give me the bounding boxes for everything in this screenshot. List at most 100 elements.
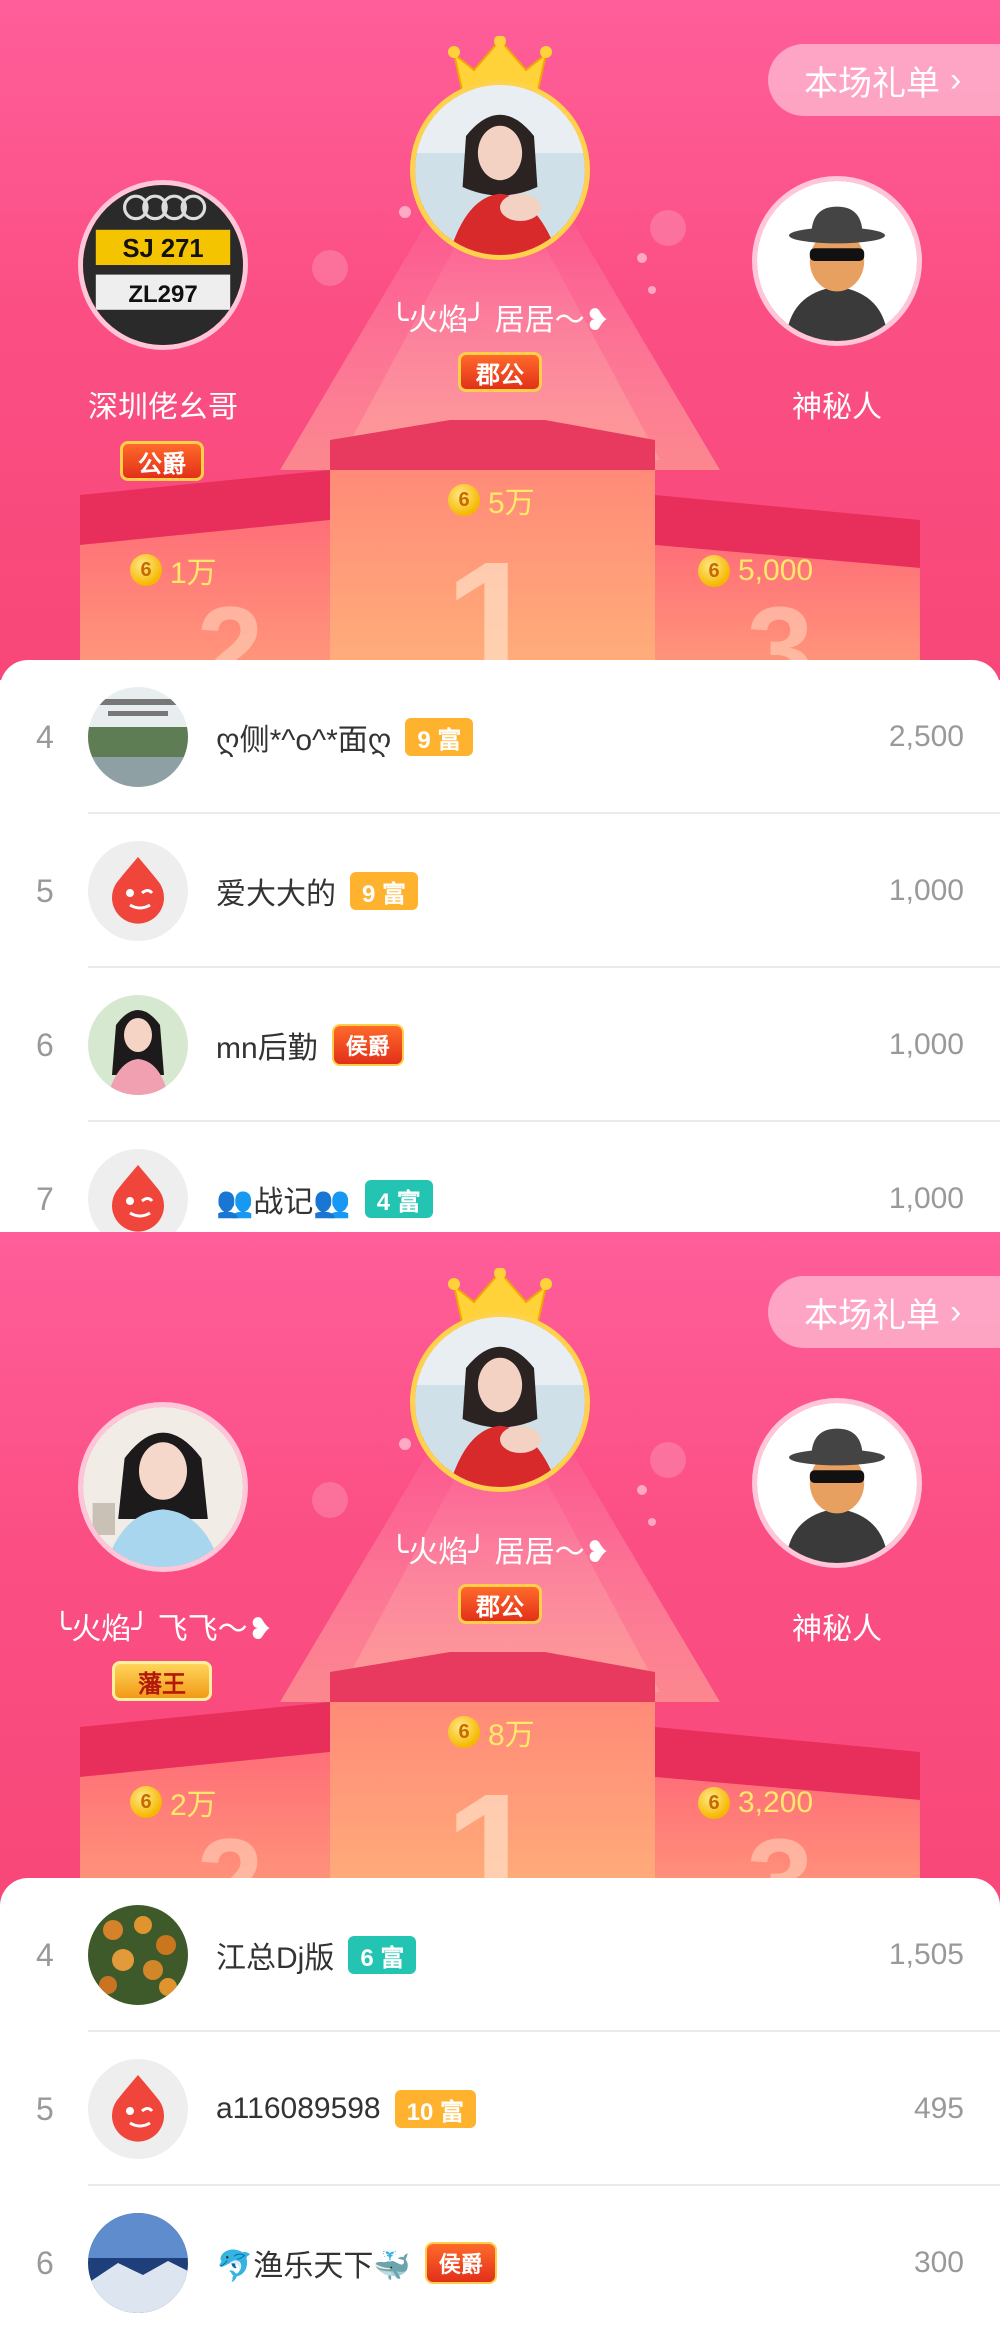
ranking-list: 4 江总Dj版 6 富 1,505 5 a116089598 10 富 495 [0, 1878, 1000, 2336]
avatar[interactable] [88, 1905, 188, 2005]
score-value: 1,000 [888, 1028, 964, 1061]
user-name: a116089598 [216, 2092, 381, 2125]
user-name-group: ღ侧*^o^*面ღ 9 富 [216, 660, 474, 814]
second-place-name: 深圳佬幺哥 [88, 391, 238, 424]
avatar-second-place[interactable] [78, 1402, 248, 1572]
score-value: 1,000 [888, 874, 964, 907]
avatar-third-place[interactable] [752, 1398, 922, 1568]
user-name-group: 江总Dj版 6 富 [216, 1878, 417, 2032]
avatar[interactable] [88, 2213, 188, 2313]
mystery-person-icon [757, 181, 917, 341]
default-avatar-icon[interactable] [88, 2059, 188, 2159]
avatar-image: SJ 271 ZL297 [83, 185, 243, 345]
third-place-name: 神秘人 [792, 1613, 882, 1646]
podium-area: 1 2 3 本场礼单 › ╰火焰╯ 居居～❥ 郡公 [0, 1232, 1000, 1912]
score-value: 1,000 [888, 1182, 964, 1215]
coin-icon: 6 [130, 1786, 162, 1818]
rank-number: 6 [36, 2245, 54, 2281]
third-place-amount: 6 3,200 [698, 1786, 813, 1820]
coin-icon: 6 [698, 555, 730, 587]
gift-list-label: 本场礼单 [804, 1296, 940, 1335]
avatar-first-place[interactable] [410, 1312, 590, 1492]
score-value: 495 [913, 2092, 964, 2125]
score-value: 1,505 [888, 1938, 964, 1971]
screen-2: 1 2 3 本场礼单 › ╰火焰╯ 居居～❥ 郡公 ╰火焰╯ 飞飞～❥ 藩王 神… [0, 1232, 1000, 2336]
rank-number: 7 [36, 1181, 54, 1217]
list-item[interactable]: 5 爱大大的 9 富 1,000 [0, 814, 1000, 968]
ranking-list: 4 ღ侧*^o^*面ღ 9 富 2,500 5 爱大大的 9 富 1,000 6… [0, 660, 1000, 1232]
rank-number: 6 [36, 1027, 54, 1063]
avatar-first-place[interactable] [410, 80, 590, 260]
avatar-image [83, 1407, 243, 1567]
mystery-person-icon [757, 1403, 917, 1563]
avatar-image [415, 85, 585, 255]
second-place-title-badge: 公爵 [120, 441, 204, 481]
noble-title-badge: 侯爵 [424, 2242, 497, 2284]
gift-list-label: 本场礼单 [804, 64, 940, 103]
first-place-title-badge: 郡公 [458, 352, 542, 392]
avatar-third-place[interactable] [752, 176, 922, 346]
score-value: 300 [913, 2246, 964, 2279]
list-item[interactable]: 4 ღ侧*^o^*面ღ 9 富 2,500 [0, 660, 1000, 814]
wealth-level-badge: 6 富 [348, 1936, 417, 1974]
coin-icon: 6 [698, 1787, 730, 1819]
chevron-right-icon: › [950, 1292, 962, 1331]
amount-value: 1万 [170, 557, 217, 590]
svg-text:SJ 271: SJ 271 [122, 235, 203, 263]
user-name: ღ侧*^o^*面ღ [216, 724, 392, 757]
coin-icon: 6 [130, 554, 162, 586]
coin-icon: 6 [448, 484, 480, 516]
first-place-name: ╰火焰╯ 居居～❥ [390, 1536, 610, 1569]
avatar[interactable] [88, 995, 188, 1095]
first-place-amount: 6 8万 [448, 1710, 535, 1754]
wealth-level-badge: 9 富 [350, 872, 419, 910]
first-place-name: ╰火焰╯ 居居～❥ [390, 304, 610, 337]
list-item[interactable]: 6 mn后勤 侯爵 1,000 [0, 968, 1000, 1122]
default-avatar-icon[interactable] [88, 841, 188, 941]
gift-list-button[interactable]: 本场礼单 › [768, 44, 1000, 116]
user-name: 👥战记👥 [216, 1186, 351, 1219]
list-item[interactable]: 6 🐬渔乐天下🐳 侯爵 300 [0, 2186, 1000, 2336]
user-name-group: 🐬渔乐天下🐳 侯爵 [216, 2186, 497, 2336]
avatar-second-place[interactable]: SJ 271 ZL297 [78, 180, 248, 350]
second-place-amount: 6 2万 [130, 1780, 217, 1824]
podium-area: 1 2 3 本场礼单 › ╰火焰╯ 居居～❥ 郡公 [0, 0, 1000, 680]
user-name: 🐬渔乐天下🐳 [216, 2250, 411, 2283]
wealth-level-badge: 4 富 [364, 1180, 433, 1218]
second-place-name: ╰火焰╯ 飞飞～❥ [53, 1613, 273, 1646]
score-value: 2,500 [888, 720, 964, 753]
amount-value: 8万 [488, 1719, 535, 1752]
amount-value: 5万 [488, 487, 535, 520]
user-name: mn后勤 [216, 1032, 318, 1065]
rank-number: 4 [36, 1937, 54, 1973]
user-name-group: 爱大大的 9 富 [216, 814, 419, 968]
user-name-group: a116089598 10 富 [216, 2032, 476, 2186]
amount-value: 3,200 [738, 1786, 814, 1819]
rank-number: 5 [36, 2091, 54, 2127]
avatar[interactable] [88, 687, 188, 787]
user-name: 江总Dj版 [216, 1942, 335, 1975]
coin-icon: 6 [448, 1716, 480, 1748]
user-name-group: 👥战记👥 4 富 [216, 1122, 433, 1232]
screen-1: 1 2 3 本场礼单 › ╰火焰╯ 居居～❥ 郡公 SJ 271 ZL297 深… [0, 0, 1000, 1232]
list-item[interactable]: 7 👥战记👥 4 富 1,000 [0, 1122, 1000, 1232]
user-name-group: mn后勤 侯爵 [216, 968, 404, 1122]
wealth-level-badge: 10 富 [394, 2090, 476, 2128]
user-name: 爱大大的 [216, 878, 336, 911]
second-place-title-badge: 藩王 [112, 1661, 212, 1701]
second-place-amount: 6 1万 [130, 548, 217, 592]
list-item[interactable]: 5 a116089598 10 富 495 [0, 2032, 1000, 2186]
first-place-amount: 6 5万 [448, 478, 535, 522]
rank-number: 4 [36, 719, 54, 755]
third-place-name: 神秘人 [792, 391, 882, 424]
wealth-level-badge: 9 富 [405, 718, 474, 756]
gift-list-button[interactable]: 本场礼单 › [768, 1276, 1000, 1348]
amount-value: 5,000 [738, 554, 814, 587]
first-place-title-badge: 郡公 [458, 1584, 542, 1624]
noble-title-badge: 侯爵 [331, 1024, 404, 1066]
default-avatar-icon[interactable] [88, 1149, 188, 1232]
list-item[interactable]: 4 江总Dj版 6 富 1,505 [0, 1878, 1000, 2032]
svg-text:1: 1 [445, 527, 540, 680]
third-place-amount: 6 5,000 [698, 554, 813, 588]
amount-value: 2万 [170, 1789, 217, 1822]
